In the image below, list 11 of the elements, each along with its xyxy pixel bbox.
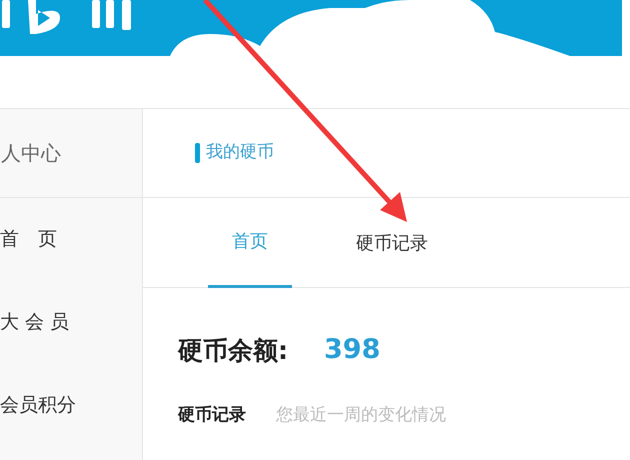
accent-bar (195, 143, 200, 163)
records-title: 硬币记录 (178, 404, 246, 426)
sidebar-item[interactable]: 大 会 员 (0, 281, 142, 364)
sidebar-item[interactable]: 首 页 (0, 198, 142, 281)
records-hint: 您最近一周的变化情况 (276, 404, 446, 426)
tab[interactable]: 硬币记录 (332, 198, 452, 288)
balance-value: 398 (324, 333, 380, 367)
sidebar-title: 人中心 (1, 140, 61, 167)
balance-label: 硬币余额: (178, 334, 288, 366)
section-title: 我的硬币 (206, 141, 274, 164)
sidebar-item[interactable]: 会员积分 (0, 364, 142, 447)
